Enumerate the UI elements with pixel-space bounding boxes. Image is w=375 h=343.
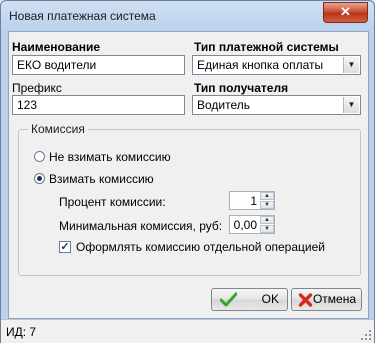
charge-commission-radio[interactable] <box>34 173 45 184</box>
system-type-select[interactable]: Единая кнопка оплаты ▼ <box>192 55 361 75</box>
name-input[interactable]: ЕКО водители <box>12 55 185 75</box>
min-commission-stepper[interactable]: 0,00 ▲ ▼ <box>229 215 275 234</box>
spin-down-icon[interactable]: ▼ <box>260 201 274 209</box>
close-icon: ✕ <box>340 4 351 19</box>
cross-icon <box>298 293 313 307</box>
ok-label: OK <box>261 292 279 306</box>
recipient-type-select[interactable]: Водитель ▼ <box>192 95 361 115</box>
spin-down-icon[interactable]: ▼ <box>260 225 274 233</box>
spin-up-icon[interactable]: ▲ <box>260 192 274 200</box>
commission-group-label: Комиссия <box>28 122 88 136</box>
status-text: ИД: 7 <box>6 325 37 339</box>
no-commission-radio[interactable] <box>34 151 45 162</box>
dialog-window: Новая платежная система ✕ Наименование Е… <box>0 0 375 343</box>
title-bar[interactable]: Новая платежная система ✕ <box>1 1 374 31</box>
window-title: Новая платежная система <box>9 9 156 23</box>
recipient-type-value: Водитель <box>197 98 251 112</box>
system-type-value: Единая кнопка оплаты <box>197 58 324 72</box>
min-commission-value: 0,00 <box>233 218 257 232</box>
percent-value: 1 <box>250 194 257 208</box>
percent-label: Процент комиссии: <box>59 195 166 209</box>
prefix-label: Префикс <box>12 81 62 95</box>
separate-operation-label[interactable]: Оформлять комиссию отдельной операцией <box>76 240 325 254</box>
no-commission-label[interactable]: Не взимать комиссию <box>49 150 171 164</box>
name-label: Наименование <box>12 40 101 54</box>
min-commission-label: Минимальная комиссия, руб: <box>59 219 223 233</box>
recipient-type-label: Тип получателя <box>194 81 289 95</box>
separate-operation-checkbox[interactable]: ✓ <box>59 241 71 253</box>
cancel-button[interactable]: Отмена <box>291 288 362 311</box>
check-icon <box>220 292 237 307</box>
charge-commission-label[interactable]: Взимать комиссию <box>49 172 154 186</box>
status-bar: ИД: 7 <box>1 319 374 343</box>
resize-grip-icon[interactable] <box>361 330 371 340</box>
chevron-down-icon[interactable]: ▼ <box>343 97 359 113</box>
prefix-input[interactable]: 123 <box>12 95 185 115</box>
spin-up-icon[interactable]: ▲ <box>260 216 274 224</box>
cancel-label: Отмена <box>312 292 356 306</box>
ok-button[interactable]: OK <box>211 288 288 311</box>
system-type-label: Тип платежной системы <box>194 40 339 54</box>
chevron-down-icon[interactable]: ▼ <box>343 57 359 73</box>
percent-stepper[interactable]: 1 ▲ ▼ <box>229 191 275 210</box>
close-button[interactable]: ✕ <box>323 2 368 23</box>
